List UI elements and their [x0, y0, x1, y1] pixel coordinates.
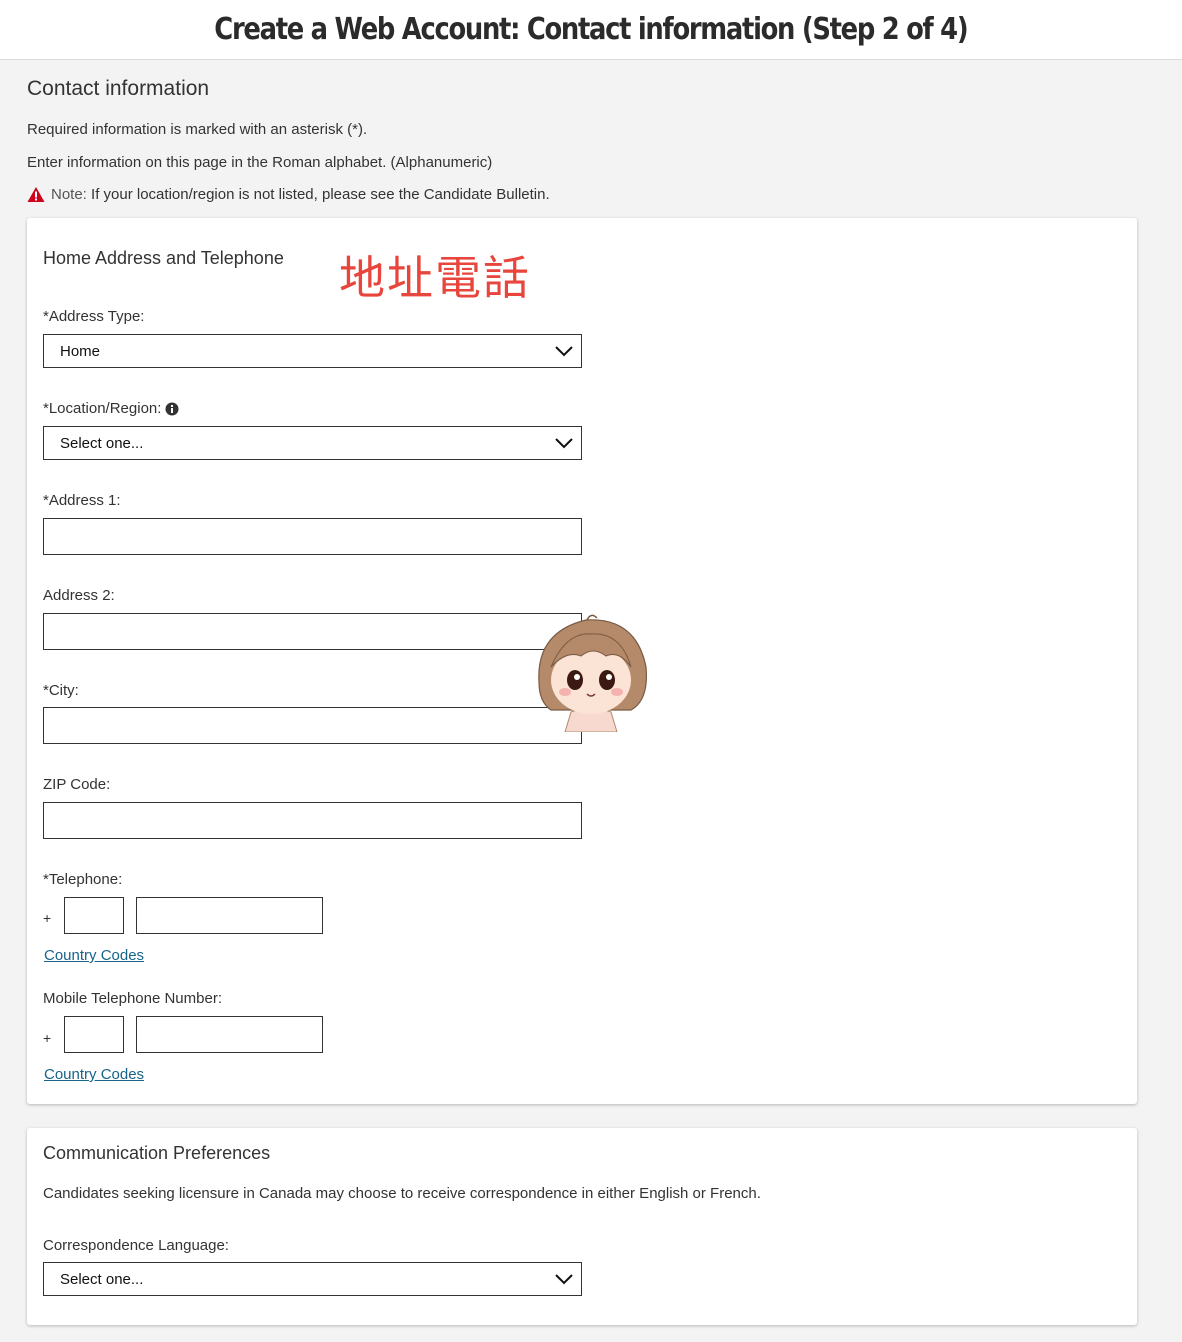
telephone-plus: + [43, 910, 52, 926]
city-input[interactable] [43, 707, 582, 744]
telephone-country-code-input[interactable] [64, 897, 124, 934]
note-prefix: Note: [51, 186, 87, 203]
mobile-plus: + [43, 1030, 52, 1046]
page-header: Create a Web Account: Contact informatio… [0, 0, 1182, 60]
mobile-number-input[interactable] [136, 1016, 323, 1053]
address2-label: Address 2: [43, 587, 115, 604]
address2-input[interactable] [43, 613, 582, 650]
info-icon[interactable] [165, 402, 179, 416]
language-select[interactable]: Select one... [43, 1262, 582, 1296]
mobile-label: Mobile Telephone Number: [43, 990, 222, 1007]
language-label: Correspondence Language: [43, 1237, 229, 1254]
chibi-girl-sticker-icon [538, 614, 648, 732]
communication-card: Communication Preferences Candidates see… [27, 1128, 1137, 1325]
mobile-country-codes-link[interactable]: Country Codes [44, 1066, 144, 1083]
page-title: Create a Web Account: Contact informatio… [214, 12, 968, 47]
location-select[interactable]: Select one... [43, 426, 582, 460]
required-note: Required information is marked with an a… [27, 121, 368, 138]
address1-label: *Address 1: [43, 492, 121, 509]
note-text: If your location/region is not listed, p… [91, 186, 550, 203]
section-title: Contact information [27, 77, 210, 100]
location-label-text: *Location/Region: [43, 400, 162, 417]
chevron-down-icon [555, 1274, 573, 1285]
address-type-value: Home [60, 342, 101, 360]
city-label: *City: [43, 682, 79, 699]
address-type-label: *Address Type: [43, 308, 145, 325]
zip-label: ZIP Code: [43, 776, 111, 793]
chevron-down-icon [555, 346, 573, 357]
zip-input[interactable] [43, 802, 582, 839]
warning-icon [27, 187, 45, 202]
address1-input[interactable] [43, 518, 582, 555]
home-address-title: Home Address and Telephone [43, 248, 284, 268]
chevron-down-icon [555, 438, 573, 449]
language-value: Select one... [60, 1270, 144, 1288]
telephone-country-codes-link[interactable]: Country Codes [44, 947, 144, 964]
alphabet-note: Enter information on this page in the Ro… [27, 154, 493, 171]
mobile-country-code-input[interactable] [64, 1016, 124, 1053]
location-value: Select one... [60, 434, 144, 452]
address-type-select[interactable]: Home [43, 334, 582, 368]
annotation-text: 地址電話 [339, 251, 531, 305]
location-note: Note: If your location/region is not lis… [27, 186, 550, 203]
telephone-number-input[interactable] [136, 897, 323, 934]
communication-description: Candidates seeking licensure in Canada m… [43, 1185, 761, 1202]
communication-title: Communication Preferences [43, 1143, 271, 1163]
telephone-label: *Telephone: [43, 871, 123, 888]
location-label: *Location/Region: [43, 400, 179, 417]
